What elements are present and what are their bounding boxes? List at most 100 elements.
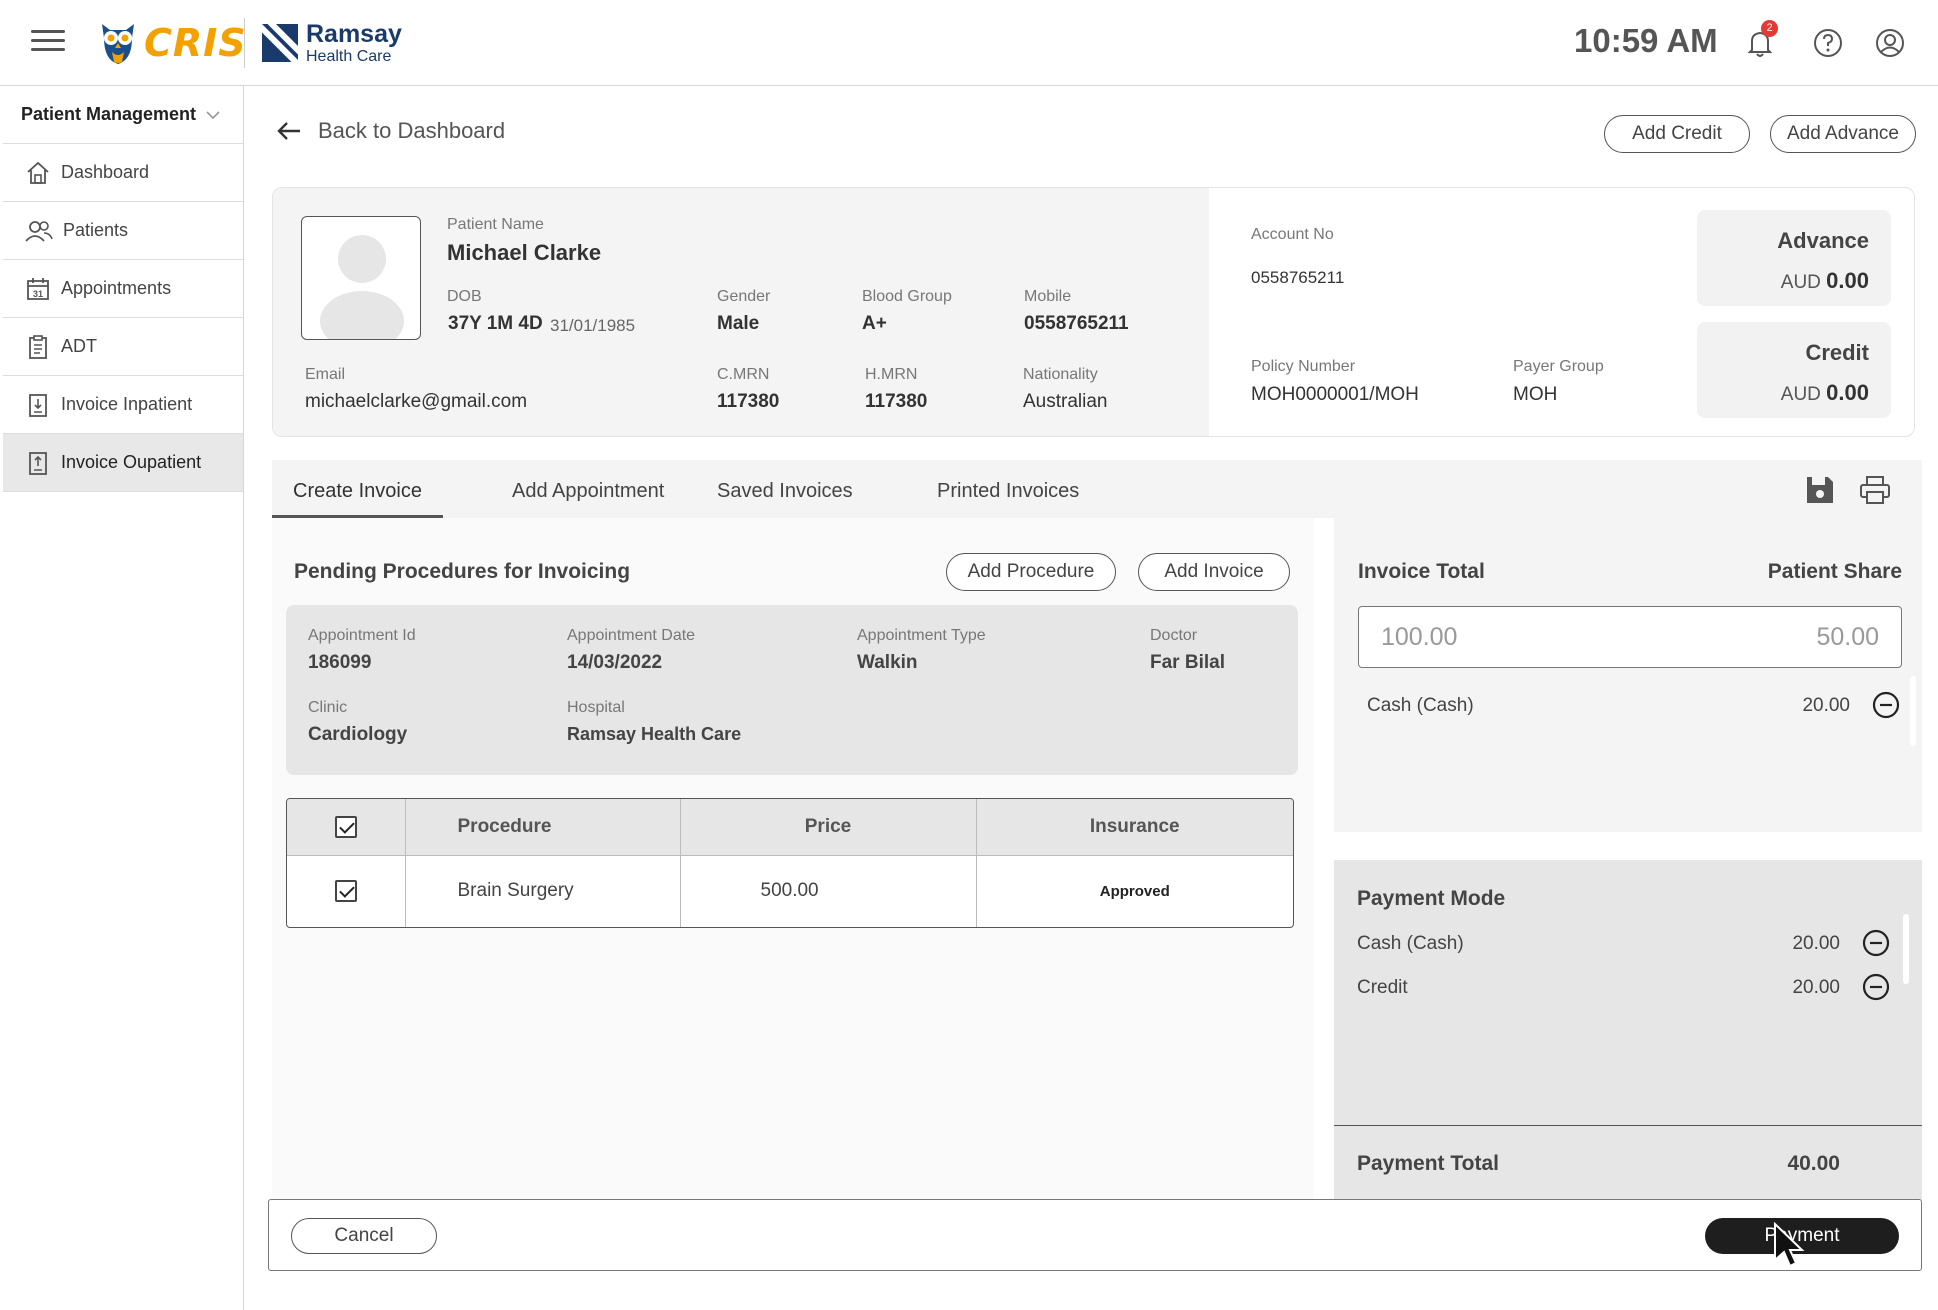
invoice-line-label: Cash (Cash) (1367, 695, 1474, 716)
patient-info-card: Patient Name Michael Clarke DOB 37Y 1M 4… (272, 187, 1915, 437)
payer-group-label: Payer Group (1513, 358, 1604, 375)
payment-total-row: Payment Total 40.00 (1334, 1125, 1922, 1200)
invoice-icon (29, 393, 47, 417)
sidebar: Patient Management Dashboard Patients 31… (3, 86, 244, 1310)
appointment-id-label: Appointment Id (308, 627, 416, 644)
credit-amount: 0.00 (1826, 380, 1869, 405)
add-procedure-button[interactable]: Add Procedure (946, 553, 1116, 591)
credit-currency: AUD (1780, 384, 1821, 405)
minus-circle-icon (1862, 929, 1890, 957)
policy-number-label: Policy Number (1251, 358, 1356, 375)
brand-name: CRIS (144, 21, 247, 65)
calendar-day-number: 31 (33, 289, 43, 299)
cmrn-label: C.MRN (717, 366, 770, 383)
email-label: Email (305, 366, 346, 383)
clinic-name: Cardiology (308, 724, 408, 745)
patient-hmrn: 117380 (865, 391, 928, 412)
help-button[interactable] (1810, 25, 1846, 61)
add-credit-button[interactable]: Add Credit (1604, 115, 1750, 153)
avatar-placeholder-icon (320, 235, 404, 339)
patient-share-value: 50.00 (1816, 622, 1879, 651)
cancel-button[interactable]: Cancel (291, 1218, 437, 1254)
sidebar-item-appointments[interactable]: 31 Appointments (3, 260, 243, 318)
clinic-label: Clinic (308, 699, 348, 716)
sidebar-item-patients[interactable]: Patients (3, 202, 243, 260)
patient-age: 37Y 1M 4D (448, 313, 543, 334)
hospital-name: Ramsay Health Care (567, 724, 742, 744)
sidebar-item-adt[interactable]: ADT (3, 318, 243, 376)
payer-group: MOH (1513, 384, 1558, 405)
pending-procedures-title: Pending Procedures for Invoicing (294, 560, 631, 583)
calendar-icon: 31 (27, 277, 49, 300)
mouse-cursor-icon (1774, 1222, 1805, 1268)
top-header: CRIS Ramsay Health Care 10:59 AM 2 (0, 0, 1938, 86)
tab-printed-invoices[interactable]: Printed Invoices (937, 460, 1079, 518)
avatar (301, 216, 421, 340)
add-advance-button[interactable]: Add Advance (1770, 115, 1916, 153)
row-select-cell (287, 855, 406, 927)
patient-blood-group: A+ (862, 313, 887, 334)
add-invoice-button[interactable]: Add Invoice (1138, 553, 1290, 591)
patient-dob: 31/01/1985 (550, 316, 636, 335)
remove-payment-credit-button[interactable] (1862, 973, 1890, 1001)
tab-add-appointment[interactable]: Add Appointment (512, 460, 664, 518)
tab-saved-invoices[interactable]: Saved Invoices (717, 460, 853, 518)
appointment-date: 14/03/2022 (567, 652, 663, 673)
sidebar-item-label: Patients (63, 220, 129, 240)
account-no: 0558765211 (1251, 268, 1345, 287)
back-to-dashboard-link[interactable]: Back to Dashboard (276, 118, 505, 144)
dob-label: DOB (447, 288, 482, 305)
invoice-lines-scrollbar[interactable] (1910, 676, 1916, 746)
blood-group-label: Blood Group (862, 288, 952, 305)
remove-invoice-line-button[interactable] (1872, 691, 1900, 719)
ramsay-logo: Ramsay Health Care (262, 18, 402, 68)
sidebar-item-label: Invoice Inpatient (61, 394, 193, 414)
patient-mobile: 0558765211 (1024, 313, 1129, 334)
menu-icon[interactable] (28, 24, 68, 60)
logo-divider (244, 18, 245, 68)
payment-mode-label: Cash (Cash) (1357, 933, 1464, 954)
footer-action-bar: Cancel Payment (268, 1199, 1922, 1271)
clock: 10:59 AM (1574, 22, 1718, 59)
sidebar-item-dashboard[interactable]: Dashboard (3, 144, 243, 202)
doctor-label: Doctor (1150, 627, 1198, 644)
sidebar-item-label: Appointments (61, 278, 172, 298)
payment-mode-amount: 20.00 (1792, 933, 1840, 954)
print-button[interactable] (1858, 474, 1892, 506)
row-checkbox[interactable] (334, 880, 357, 903)
sidebar-item-label: Dashboard (61, 162, 150, 182)
save-button[interactable] (1804, 474, 1836, 506)
payment-modes-scrollbar[interactable] (1903, 914, 1909, 984)
column-header-insurance: Insurance (976, 799, 1293, 856)
tab-create-invoice[interactable]: Create Invoice (272, 460, 443, 518)
appointment-id: 186099 (308, 652, 372, 673)
sidebar-item-invoice-outpatient[interactable]: Invoice Oupatient (3, 434, 243, 492)
patient-details-panel: Patient Name Michael Clarke DOB 37Y 1M 4… (273, 188, 1209, 436)
sidebar-item-invoice-inpatient[interactable]: Invoice Inpatient (3, 376, 243, 434)
appointment-details: Appointment Id 186099 Appointment Date 1… (286, 605, 1298, 775)
select-all-checkbox[interactable] (334, 815, 357, 838)
owl-icon (102, 24, 134, 64)
nationality-label: Nationality (1023, 366, 1098, 383)
appointment-type-label: Appointment Type (857, 627, 986, 644)
advance-currency: AUD (1780, 272, 1821, 293)
gender-label: Gender (717, 288, 771, 305)
column-header-procedure: Procedure (405, 799, 681, 856)
sidebar-section-toggle[interactable]: Patient Management (3, 86, 243, 144)
doctor-name: Far Bilal (1150, 652, 1225, 673)
sidebar-item-label: Invoice Oupatient (61, 452, 202, 472)
procedure-cell: Brain Surgery (405, 855, 681, 927)
ramsay-mark-icon (262, 24, 298, 62)
invoice-total-field[interactable]: 100.00 50.00 (1358, 606, 1902, 668)
payment-total-value: 40.00 (1787, 1152, 1840, 1175)
notification-bell[interactable]: 2 (1742, 20, 1778, 61)
user-profile-button[interactable] (1872, 25, 1908, 61)
save-icon (1807, 477, 1833, 503)
appointment-type: Walkin (857, 652, 918, 673)
invoice-line-amount: 20.00 (1802, 695, 1850, 716)
column-header-price: Price (680, 799, 977, 856)
remove-payment-cash-button[interactable] (1862, 929, 1890, 957)
hospital-label: Hospital (567, 699, 625, 716)
payment-total-label: Payment Total (1357, 1152, 1499, 1175)
payment-mode-label: Credit (1357, 977, 1408, 998)
